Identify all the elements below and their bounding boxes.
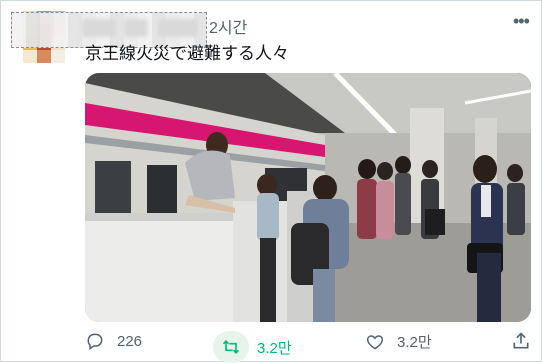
- post-caption: 京王線火災で避難する人々: [85, 39, 289, 64]
- retweet-button[interactable]: 3.2만: [213, 331, 292, 363]
- action-bar: 226 3.2만 3.2만: [1, 331, 542, 363]
- retweet-count: 3.2만: [257, 339, 292, 357]
- reply-count: 226: [117, 332, 143, 350]
- retweet-icon: [222, 339, 240, 355]
- reply-button[interactable]: 226: [85, 331, 142, 351]
- caption-text: 京王線火災で避難する人々: [85, 44, 289, 63]
- share-button[interactable]: [511, 331, 531, 351]
- like-count: 3.2만: [397, 334, 432, 351]
- post-timestamp[interactable]: 2시간: [209, 14, 247, 38]
- tweet-card: 2시간 ••• 京王線火災で避難する人々 226 3.2만 3.2만: [0, 0, 542, 363]
- like-button[interactable]: 3.2만: [365, 331, 432, 352]
- heart-icon: [366, 334, 384, 350]
- share-icon: [513, 332, 529, 349]
- retweet-icon-wrap: [213, 331, 249, 363]
- train-evacuation-photo: [85, 73, 531, 322]
- post-photo[interactable]: [85, 73, 531, 322]
- more-horizontal-icon[interactable]: •••: [513, 11, 530, 32]
- reply-icon: [87, 333, 103, 350]
